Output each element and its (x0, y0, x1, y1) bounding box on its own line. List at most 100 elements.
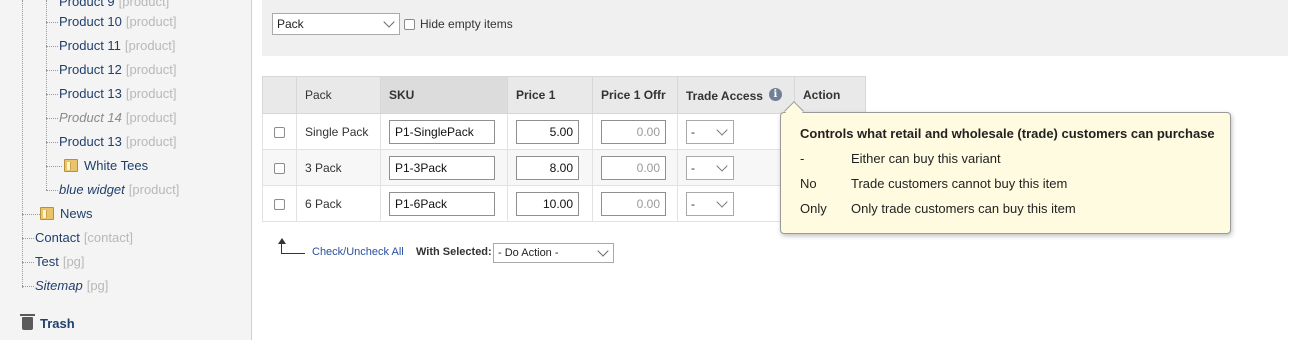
tree-item-product[interactable]: Product 10 [product] (59, 12, 176, 32)
row-select-cell (262, 149, 297, 186)
price1-offer-input[interactable]: 0.00 (601, 191, 666, 216)
tree-item-type: [product] (125, 134, 177, 149)
select-column-header (262, 76, 297, 114)
price1-input[interactable]: 8.00 (516, 155, 579, 180)
price1-cell: 5.00 (507, 113, 593, 150)
trade-access-value: - (691, 196, 695, 211)
trash-label: Trash (40, 316, 75, 331)
tree-item-folder-white-tees[interactable]: White Tees (64, 156, 148, 176)
trash-link[interactable]: Trash (20, 314, 75, 331)
row-checkbox[interactable] (274, 126, 285, 138)
trade-access-cell: - (677, 185, 795, 222)
tree-item-label: Sitemap (35, 278, 83, 293)
column-header-pack: Pack (296, 76, 381, 114)
tooltip-row: No Trade customers cannot buy this item (800, 176, 1067, 191)
sku-input[interactable]: P1-6Pack (389, 191, 495, 216)
trade-access-select[interactable]: - (686, 191, 734, 216)
tree-item-type: [product] (125, 14, 177, 29)
group-select-value: Pack (277, 17, 304, 31)
tree-item-folder-news[interactable]: News (40, 204, 93, 224)
sidebar-tree: Product 9 [product] Product 10 [product] P… (0, 0, 252, 340)
price1-cell: 10.00 (507, 185, 593, 222)
tree-item-product[interactable]: Product 12 [product] (59, 60, 176, 80)
column-header-trade-access[interactable]: Trade Access i (677, 76, 795, 114)
tree-item-product-hidden[interactable]: Product 14 [product] (59, 108, 176, 128)
price1-input[interactable]: 10.00 (516, 191, 579, 216)
tree-item-label: Product 12 (59, 62, 122, 77)
table-row: 3 Pack P1-3Pack 8.00 0.00 - (262, 149, 866, 186)
check-uncheck-all-link[interactable]: Check/Uncheck All (312, 246, 404, 258)
tree-item-product[interactable]: Product 13 [product] (59, 132, 176, 152)
tree-item-type: [product] (125, 62, 177, 77)
tree-item-product[interactable]: Product 13 [product] (59, 84, 176, 104)
tooltip-key: - (800, 151, 805, 166)
tooltip-title: Controls what retail and wholesale (trad… (800, 126, 1215, 141)
chevron-down-icon (716, 195, 728, 208)
price1-input[interactable]: 5.00 (516, 119, 579, 144)
tree-connector (46, 46, 58, 47)
tree-item-type: [pg] (62, 254, 85, 269)
tree-connector (46, 94, 58, 95)
pack-cell: 3 Pack (296, 149, 381, 186)
trade-access-value: - (691, 124, 695, 139)
tree-connector (22, 262, 34, 263)
column-header-action: Action (794, 76, 866, 114)
trade-access-cell: - (677, 113, 795, 150)
row-checkbox[interactable] (274, 198, 285, 210)
row-checkbox[interactable] (274, 162, 285, 174)
tree-item-product[interactable]: Product 9 [product] (59, 0, 169, 12)
row-select-cell (262, 113, 297, 150)
tree-connector (46, 142, 58, 143)
column-header-price1-offer[interactable]: Price 1 Offr (592, 76, 678, 114)
trade-access-cell: - (677, 149, 795, 186)
trade-access-select[interactable]: - (686, 119, 734, 144)
tree-connector (46, 166, 62, 167)
table-header-row: Pack SKU Price 1 Price 1 Offr Trade Acce… (262, 76, 866, 114)
tree-item-label: Product 14 (59, 110, 122, 125)
folder-icon (40, 207, 54, 220)
tree-item-label: Product 11 (59, 38, 121, 53)
group-select[interactable]: Pack (272, 13, 400, 35)
tree-item-page[interactable]: Sitemap [pg] (35, 276, 108, 296)
price1-offer-cell: 0.00 (592, 113, 678, 150)
column-header-price1[interactable]: Price 1 (507, 76, 593, 114)
trade-access-select[interactable]: - (686, 155, 734, 180)
tooltip-desc: Either can buy this variant (851, 151, 1001, 166)
sku-cell: P1-6Pack (380, 185, 508, 222)
bulk-action-select[interactable]: - Do Action - (493, 243, 614, 263)
column-header-sku[interactable]: SKU (380, 76, 508, 114)
hide-empty-label: Hide empty items (420, 17, 513, 31)
folder-icon (64, 159, 78, 172)
sku-cell: P1-3Pack (380, 149, 508, 186)
tree-connector (46, 0, 47, 190)
hide-empty-checkbox[interactable] (404, 19, 415, 30)
price1-offer-input[interactable]: 0.00 (601, 155, 666, 180)
tree-item-label: Contact (35, 230, 80, 245)
tree-item-type: [product] (118, 0, 170, 9)
tree-item-page[interactable]: Test [pg] (35, 252, 85, 272)
table-row: Single Pack P1-SinglePack 5.00 0.00 - (262, 113, 866, 150)
chevron-down-icon (597, 245, 609, 257)
sku-input[interactable]: P1-3Pack (389, 155, 495, 180)
tree-item-page[interactable]: Contact [contact] (35, 228, 133, 248)
tree-item-type: [product] (125, 110, 177, 125)
tree-item-product[interactable]: Product 11 [product] (59, 36, 176, 56)
sku-cell: P1-SinglePack (380, 113, 508, 150)
tree-item-label: White Tees (84, 158, 149, 173)
tree-item-product[interactable]: blue widget [product] (59, 180, 179, 200)
trade-access-value: - (691, 160, 695, 175)
tree-item-type: [product] (128, 182, 180, 197)
sku-input[interactable]: P1-SinglePack (389, 119, 495, 144)
pack-cell: 6 Pack (296, 185, 381, 222)
filter-bar: Pack Hide empty items (262, 0, 1288, 56)
tree-connector (22, 214, 40, 215)
price1-offer-input[interactable]: 0.00 (601, 119, 666, 144)
tree-item-label: blue widget (59, 182, 125, 197)
tree-item-label: Product 13 (59, 134, 122, 149)
tooltip-key: No (800, 176, 817, 191)
row-select-cell (262, 185, 297, 222)
tree-item-type: [product] (124, 38, 176, 53)
tree-item-label: News (60, 206, 93, 221)
info-icon[interactable]: i (768, 87, 782, 101)
variants-table: Pack SKU Price 1 Price 1 Offr Trade Acce… (262, 76, 866, 222)
